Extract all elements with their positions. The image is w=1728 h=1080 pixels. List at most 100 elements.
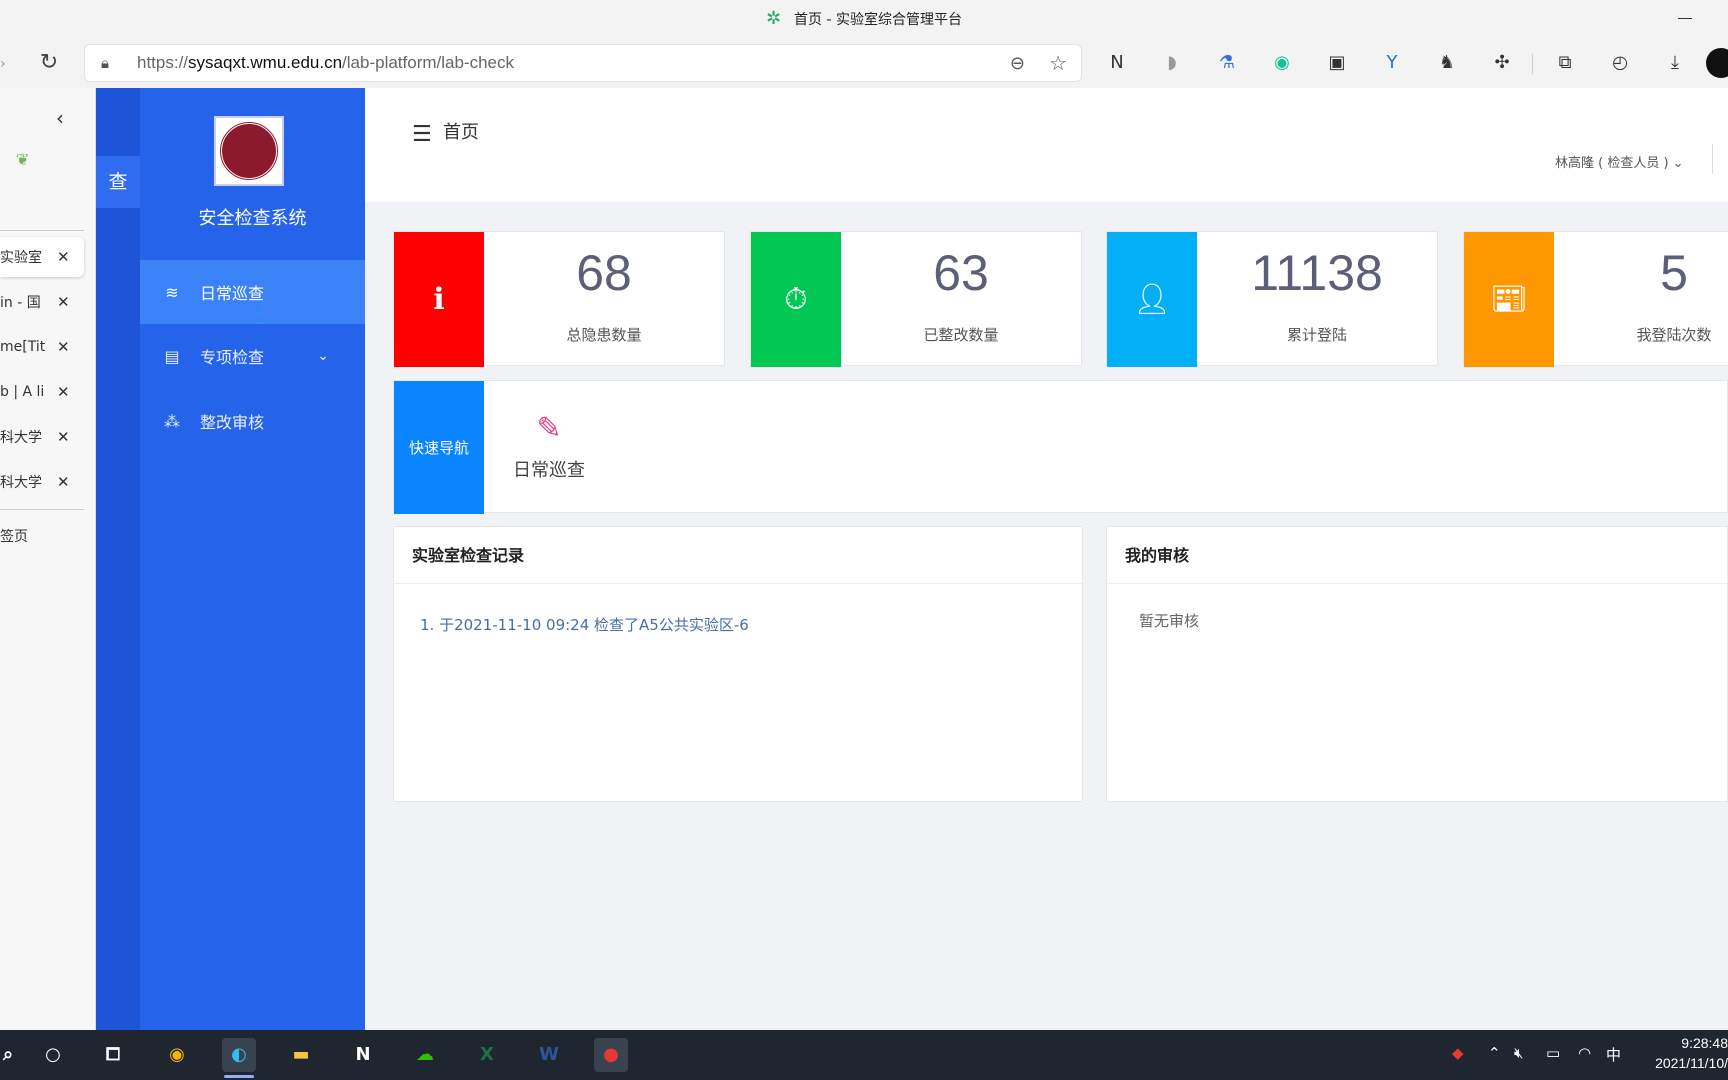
panel-title: 我的审核: [1107, 527, 1727, 584]
search-icon[interactable]: ⌕: [0, 1038, 16, 1072]
quick-nav-card: 快速导航 ✎ 日常巡查: [393, 380, 1728, 514]
vpn-extension-icon[interactable]: Y: [1379, 50, 1405, 76]
close-tab-icon[interactable]: ✕: [57, 293, 70, 311]
file-explorer-icon[interactable]: ▬: [284, 1038, 318, 1072]
reload-icon[interactable]: ↻: [36, 50, 62, 76]
seal-icon: [219, 121, 279, 181]
page-header: ☰ 首页 林高隆 ( 检查人员 ) ⌄: [365, 88, 1728, 202]
excel-icon[interactable]: X: [470, 1038, 504, 1072]
collections-icon[interactable]: ⧉: [1552, 50, 1578, 76]
news-icon: 📰︎: [1464, 232, 1554, 367]
edge-icon[interactable]: ◐: [222, 1038, 256, 1078]
wifi-icon[interactable]: ◠: [1578, 1044, 1591, 1062]
sidebar-item-special-check[interactable]: ▤ 专项检查 ⌄: [140, 324, 365, 388]
address-bar[interactable]: 🔒︎ https://sysaqxt.wmu.edu.cn/lab-platfo…: [84, 44, 1082, 82]
vertical-tab[interactable]: 科大学 ✕: [0, 462, 84, 502]
task-view-icon[interactable]: ⧠: [96, 1038, 130, 1072]
tabs-divider: [0, 230, 84, 231]
close-tab-icon[interactable]: ✕: [57, 248, 70, 266]
close-tab-icon[interactable]: ✕: [57, 338, 70, 356]
chrome-icon[interactable]: ◉: [160, 1038, 194, 1072]
tab-extension-icon[interactable]: ▣: [1324, 50, 1350, 76]
close-tab-icon[interactable]: ✕: [57, 473, 70, 491]
quick-nav-item-daily-patrol[interactable]: ✎ 日常巡查: [504, 411, 594, 482]
browser-toolbar: › ↻ 🔒︎ https://sysaqxt.wmu.edu.cn/lab-pl…: [0, 38, 1728, 88]
recorder-app-icon[interactable]: ●: [594, 1038, 628, 1072]
stat-label: 已整改数量: [923, 326, 999, 344]
university-logo: [214, 116, 284, 186]
stat-label: 累计登陆: [1286, 326, 1347, 344]
stat-card-total-logins: 👤︎ 11138 累计登陆: [1106, 231, 1438, 367]
ime-indicator[interactable]: 中: [1606, 1044, 1621, 1065]
bird-extension-icon[interactable]: ♞: [1434, 50, 1460, 76]
timer-icon: ⏱: [751, 232, 841, 367]
notion-extension-icon[interactable]: N: [1104, 50, 1130, 76]
breadcrumb[interactable]: 首页: [443, 118, 479, 144]
taskbar: ⌕ ○ ⧠ ◉ ◐ ▬ N ☁ X W ● ◆ ⌃ 🔇︎ ▭ ◠ 中 9:28:…: [0, 1030, 1728, 1080]
layers-icon: ≋: [165, 282, 179, 302]
vertical-tab[interactable]: b | A li ✕: [0, 372, 84, 412]
main-content: ☰ 首页 林高隆 ( 检查人员 ) ⌄ ℹ 68 总隐患数量 ⏱ 63 已整改数…: [365, 88, 1728, 1030]
lock-icon[interactable]: 🔒︎: [101, 54, 123, 72]
battery-icon[interactable]: ▭: [1546, 1044, 1560, 1062]
show-hidden-icons-icon[interactable]: ⌃: [1488, 1044, 1501, 1062]
stat-value: 11138: [1251, 245, 1383, 301]
stat-card-total-hazards: ℹ 68 总隐患数量: [393, 231, 725, 367]
grammarly-extension-icon[interactable]: ◉: [1269, 50, 1295, 76]
sidebar-item-daily-patrol[interactable]: ≋ 日常巡查 ☝: [140, 260, 365, 330]
vertical-tab[interactable]: 科大学 ✕: [0, 417, 84, 457]
vertical-tab[interactable]: 实验室 ✕: [0, 237, 84, 277]
user-menu[interactable]: 林高隆 ( 检查人员 ) ⌄: [1555, 152, 1684, 171]
toolbar-divider: [1532, 54, 1533, 74]
clipboard-icon: ▤: [164, 346, 180, 366]
stat-card-rectified: ⏱ 63 已整改数量: [750, 231, 1082, 367]
tabs-divider: [0, 509, 84, 510]
inspection-records-panel: 实验室检查记录 1. 于2021-11-10 09:24 检查了A5公共实验区-…: [393, 526, 1083, 802]
window-title: 首页 - 实验室综合管理平台: [794, 12, 962, 28]
add-favorite-icon[interactable]: ☆: [1049, 51, 1067, 75]
vertical-tab[interactable]: in - 国 ✕: [0, 282, 84, 322]
close-tab-icon[interactable]: ✕: [57, 428, 70, 446]
download-icon[interactable]: ⤓: [1662, 50, 1688, 76]
cortana-icon[interactable]: ○: [36, 1038, 70, 1072]
app-sidebar: 安全检查系统 ≋ 日常巡查 ☝ ▤ 专项检查 ⌄ ⁂ 整改审核: [140, 88, 365, 1030]
zoom-icon[interactable]: ⊖: [1010, 53, 1025, 74]
system-title: 安全检查系统: [198, 208, 307, 229]
leaf-icon: ❦: [16, 150, 30, 169]
taskbar-clock[interactable]: 9:28:48 2021/11/10/: [1628, 1033, 1728, 1073]
profile-avatar[interactable]: [1706, 48, 1728, 78]
sidebar-item-rectification-review[interactable]: ⁂ 整改审核: [140, 389, 365, 453]
vertical-tab[interactable]: me[Tit ✕: [0, 327, 84, 367]
stat-card-my-logins: 📰︎ 5 我登陆次数: [1463, 231, 1728, 367]
new-tab-button[interactable]: 签页: [0, 526, 28, 546]
chevron-down-icon[interactable]: ⌄: [317, 348, 329, 364]
minimize-button[interactable]: [1678, 18, 1692, 19]
stat-value: 63: [933, 245, 989, 301]
stat-value: 5: [1660, 245, 1688, 301]
quick-nav-title: 快速导航: [394, 381, 484, 514]
notion-icon[interactable]: N: [346, 1038, 380, 1072]
record-link[interactable]: 1. 于2021-11-10 09:24 检查了A5公共实验区-6: [420, 614, 1082, 635]
header-divider: [1712, 144, 1713, 174]
shield-extension-icon[interactable]: ◗: [1159, 50, 1185, 76]
edit-icon: ✎: [536, 411, 562, 446]
panel-title: 实验室检查记录: [394, 527, 1082, 584]
tray-app-icon[interactable]: ◆: [1452, 1044, 1464, 1062]
close-tab-icon[interactable]: ✕: [57, 383, 70, 401]
wechat-icon[interactable]: ☁: [408, 1038, 442, 1072]
extensions-puzzle-icon[interactable]: ✣: [1489, 50, 1515, 76]
back-arrow-icon[interactable]: ›: [0, 56, 6, 72]
volume-muted-icon[interactable]: 🔇︎: [1514, 1044, 1523, 1062]
history-icon[interactable]: ◴: [1607, 50, 1633, 76]
url-text[interactable]: https://sysaqxt.wmu.edu.cn/lab-platform/…: [137, 53, 514, 73]
app-module-strip: 查: [96, 88, 140, 1030]
module-chip[interactable]: 查: [96, 156, 140, 208]
collapse-tabs-icon[interactable]: ‹: [56, 106, 64, 130]
stat-label: 总隐患数量: [566, 326, 642, 344]
word-icon[interactable]: W: [532, 1038, 566, 1072]
my-reviews-panel: 我的审核 暂无审核: [1106, 526, 1728, 802]
menu-toggle-icon[interactable]: ☰: [412, 122, 432, 147]
user-icon: 👤︎: [1107, 232, 1197, 367]
info-icon: ℹ: [394, 232, 484, 367]
microscope-extension-icon[interactable]: ⚗: [1214, 50, 1240, 76]
